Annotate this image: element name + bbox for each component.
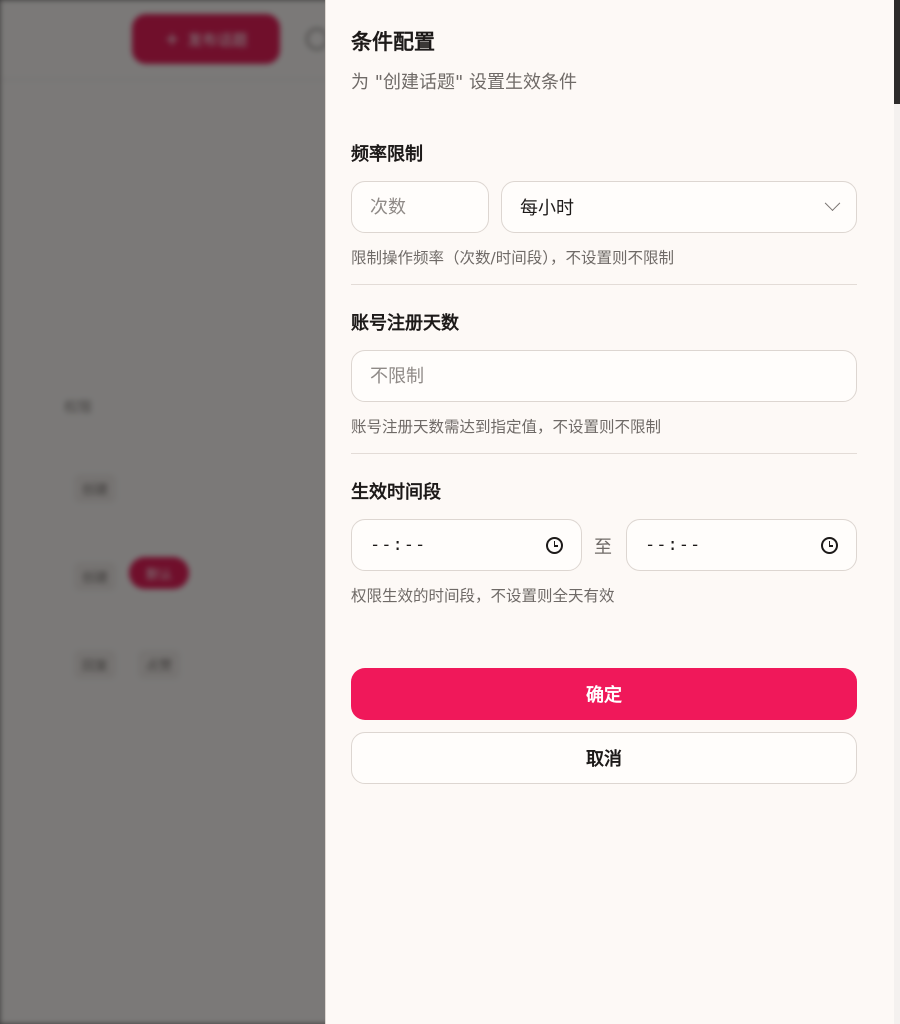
- condition-config-drawer: 条件配置 为 "创建话题" 设置生效条件 频率限制 每小时 限制操作频率（次数/…: [325, 0, 894, 1024]
- frequency-period-select[interactable]: 每小时: [501, 181, 857, 233]
- account-age-field[interactable]: [351, 350, 857, 402]
- end-time-input[interactable]: --:--: [626, 519, 857, 571]
- clock-icon[interactable]: [821, 536, 838, 554]
- account-age-input[interactable]: [370, 365, 838, 387]
- start-time-value: --:--: [370, 535, 427, 555]
- section-divider: [351, 284, 857, 285]
- time-range-hint: 权限生效的时间段，不设置则全天有效: [351, 587, 615, 605]
- cancel-button[interactable]: 取消: [351, 732, 857, 784]
- page-right-strip: [894, 104, 900, 1024]
- frequency-count-field[interactable]: [351, 181, 489, 233]
- account-age-section-title: 账号注册天数: [351, 313, 459, 334]
- frequency-hint: 限制操作频率（次数/时间段），不设置则不限制: [351, 249, 674, 267]
- account-age-hint: 账号注册天数需达到指定值，不设置则不限制: [351, 418, 662, 436]
- section-divider: [351, 453, 857, 454]
- drawer-title: 条件配置: [351, 30, 435, 54]
- clock-icon[interactable]: [546, 536, 563, 554]
- end-time-value: --:--: [645, 535, 702, 555]
- time-range-section-title: 生效时间段: [351, 482, 441, 503]
- page-scrollbar[interactable]: [894, 0, 900, 104]
- drawer-subtitle: 为 "创建话题" 设置生效条件: [351, 72, 578, 93]
- frequency-section-title: 频率限制: [351, 144, 423, 165]
- frequency-count-input[interactable]: [370, 196, 470, 218]
- chevron-down-icon: [824, 194, 841, 211]
- frequency-period-value: 每小时: [520, 198, 574, 219]
- time-range-separator: 至: [594, 537, 612, 558]
- start-time-input[interactable]: --:--: [351, 519, 582, 571]
- confirm-button[interactable]: 确定: [351, 668, 857, 720]
